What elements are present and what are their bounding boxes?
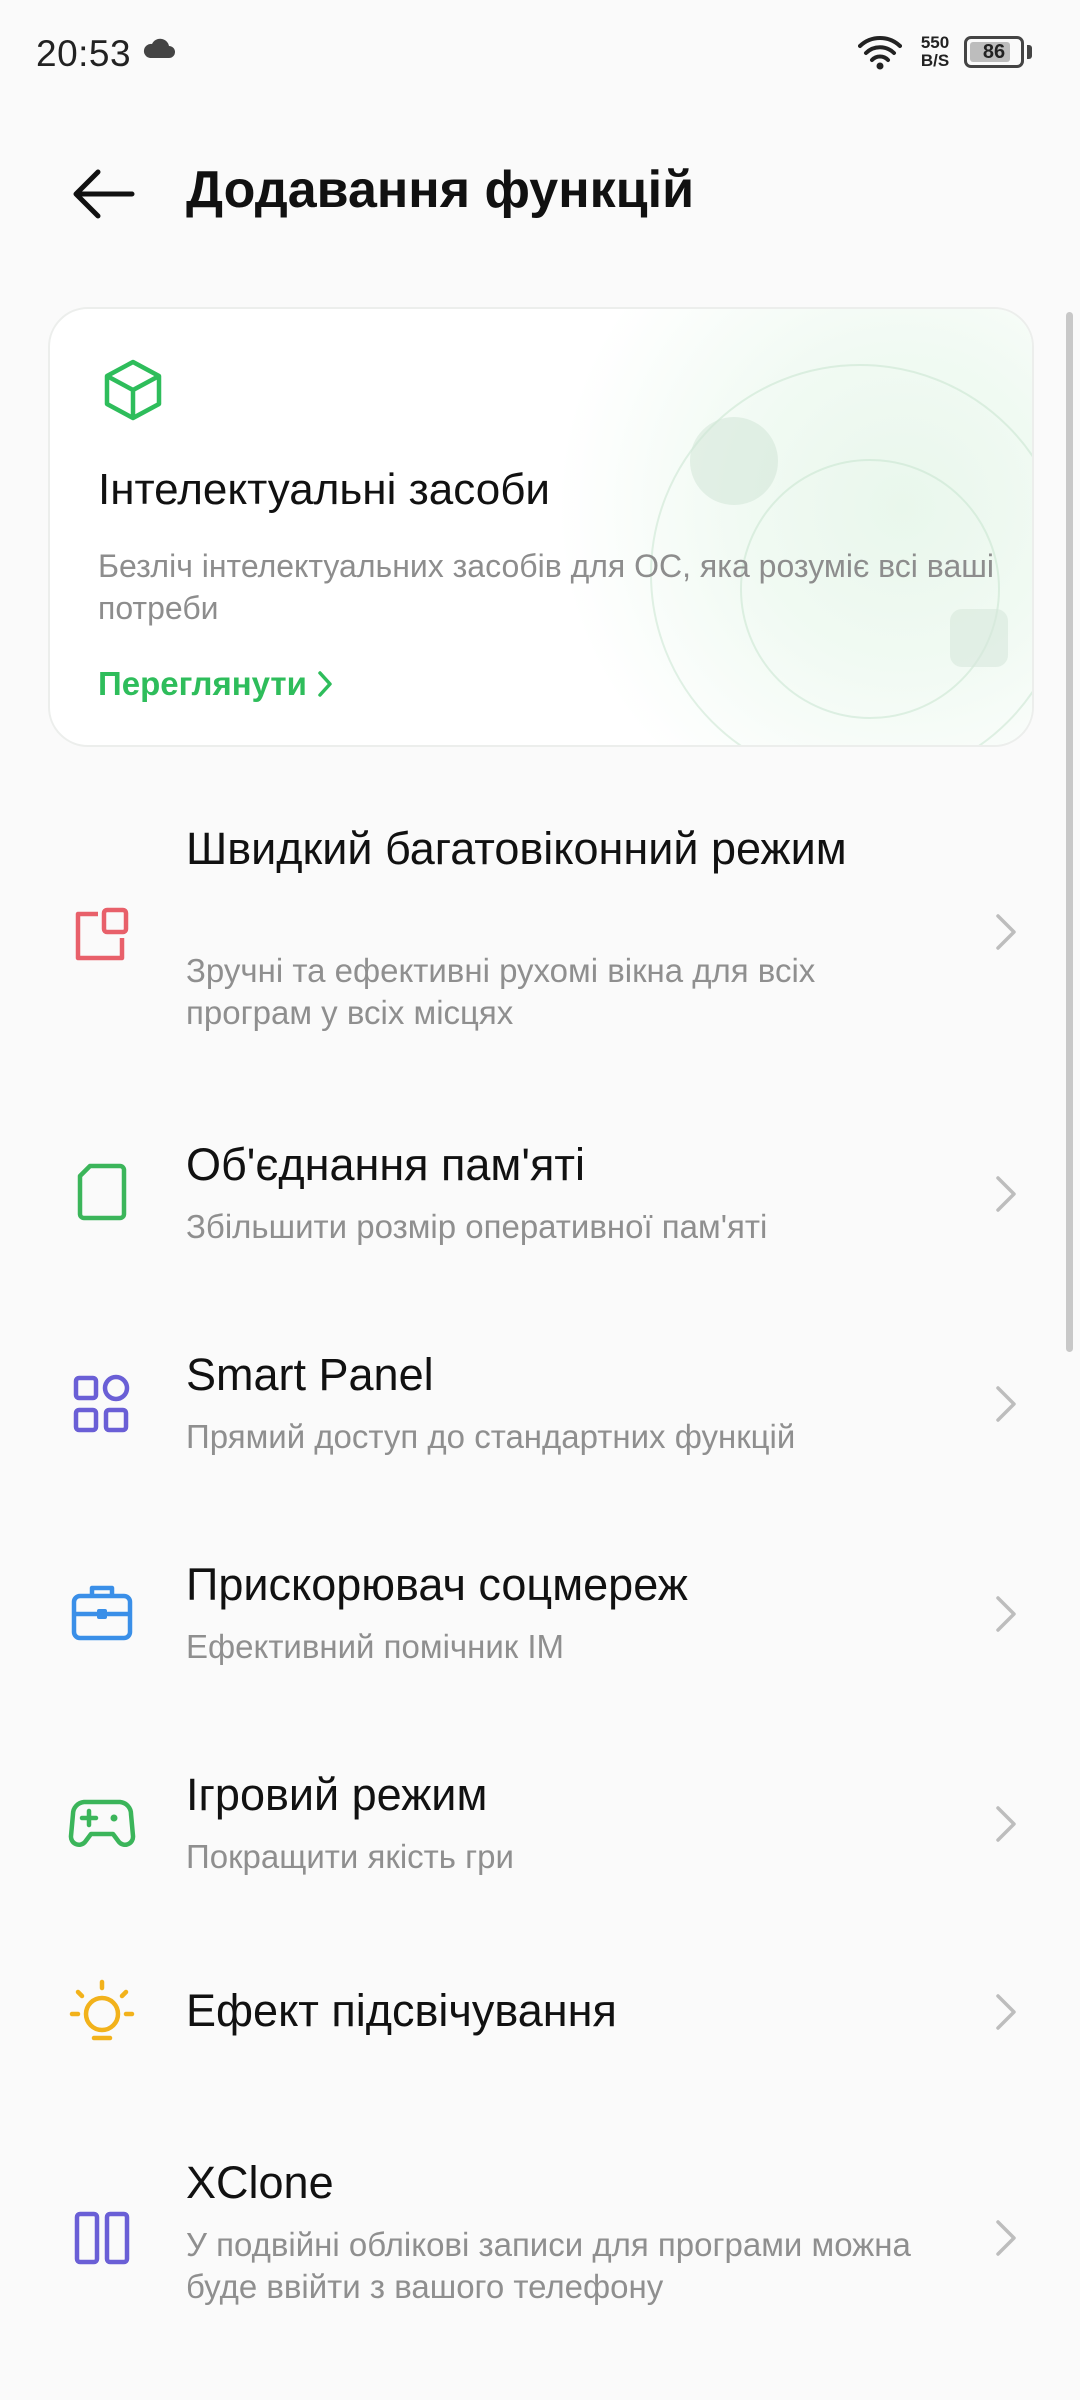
item-description: Збільшити розмір оперативної пам'яті [186,1208,768,1245]
wifi-icon [858,36,902,70]
memory-card-icon [77,1163,127,1221]
item-label: Об'єднання пам'яті [186,1139,585,1190]
chevron-right-icon [996,1806,1016,1842]
network-speed: 550 B/S [912,34,958,70]
gamepad-icon [68,1799,136,1847]
list-item-xclone[interactable]: XClone У подвійні облікові записи для пр… [0,2154,1080,2334]
lightbulb-icon [69,1979,135,2041]
item-label: Ігровий режим [186,1769,488,1820]
item-description: Покращити якість гри [186,1838,514,1875]
chevron-right-icon [318,671,332,697]
toolbox-icon [71,1585,133,1641]
item-description: Прямий доступ до стандартних функцій [186,1418,796,1455]
list-item-lighting-effect[interactable]: Ефект підсвічування [0,1976,1080,2056]
list-item-social-accelerator[interactable]: Прискорювач соцмереж Ефективний помічник… [0,1556,1080,1676]
network-speed-unit: B/S [920,51,950,70]
list-item-smart-panel[interactable]: Smart Panel Прямий доступ до стандартних… [0,1346,1080,1466]
cloud-icon [143,38,175,58]
list-item-game-mode[interactable]: Ігровий режим Покращити якість гри [0,1766,1080,1886]
back-arrow-icon[interactable] [66,158,138,230]
item-label: XClone [186,2157,334,2208]
battery-icon: 86 [964,36,1024,68]
battery-level: 86 [982,41,1006,63]
page-title: Додавання функцій [186,161,695,219]
chevron-right-icon [996,1386,1016,1422]
status-time: 20:53 [36,33,132,74]
chevron-right-icon [996,1994,1016,2030]
item-label: Швидкий багатовіконний режим [186,823,847,874]
item-label: Прискорювач соцмереж [186,1559,688,1610]
item-label: Smart Panel [186,1349,434,1400]
view-link-label: Переглянути [98,665,307,702]
cube-icon [104,359,162,421]
battery-cap [1027,45,1032,59]
item-description: Зручні та ефективні рухомі вікна для всі… [186,952,816,1031]
item-description: У подвійні облікові записи для програми … [186,2226,911,2305]
item-description: Ефективний помічник IM [186,1628,565,1665]
list-item-multi-window[interactable]: Швидкий багатовіконний режим Зручні та е… [0,820,1080,1060]
status-bar: 20:53 550 B/S 86 [0,0,1080,110]
card-title: Інтелектуальні засоби [98,465,550,514]
card-decoration [690,417,778,505]
chevron-right-icon [996,914,1016,950]
chevron-right-icon [996,1596,1016,1632]
list-item-memory-extension[interactable]: Об'єднання пам'яті Збільшити розмір опер… [0,1136,1080,1256]
grid-icon [73,1374,130,1433]
dual-apps-icon [74,2211,130,2265]
card-description: Безліч інтелектуальних засобів для ОС, я… [98,548,995,626]
intelligent-tools-card[interactable]: Інтелектуальні засоби Безліч інтелектуал… [48,307,1034,747]
floating-window-icon [75,907,129,961]
network-speed-value: 550 [920,33,950,52]
chevron-right-icon [996,1176,1016,1212]
item-label: Ефект підсвічування [186,1985,617,2036]
view-link[interactable]: Переглянути [98,665,333,703]
chevron-right-icon [996,2220,1016,2256]
